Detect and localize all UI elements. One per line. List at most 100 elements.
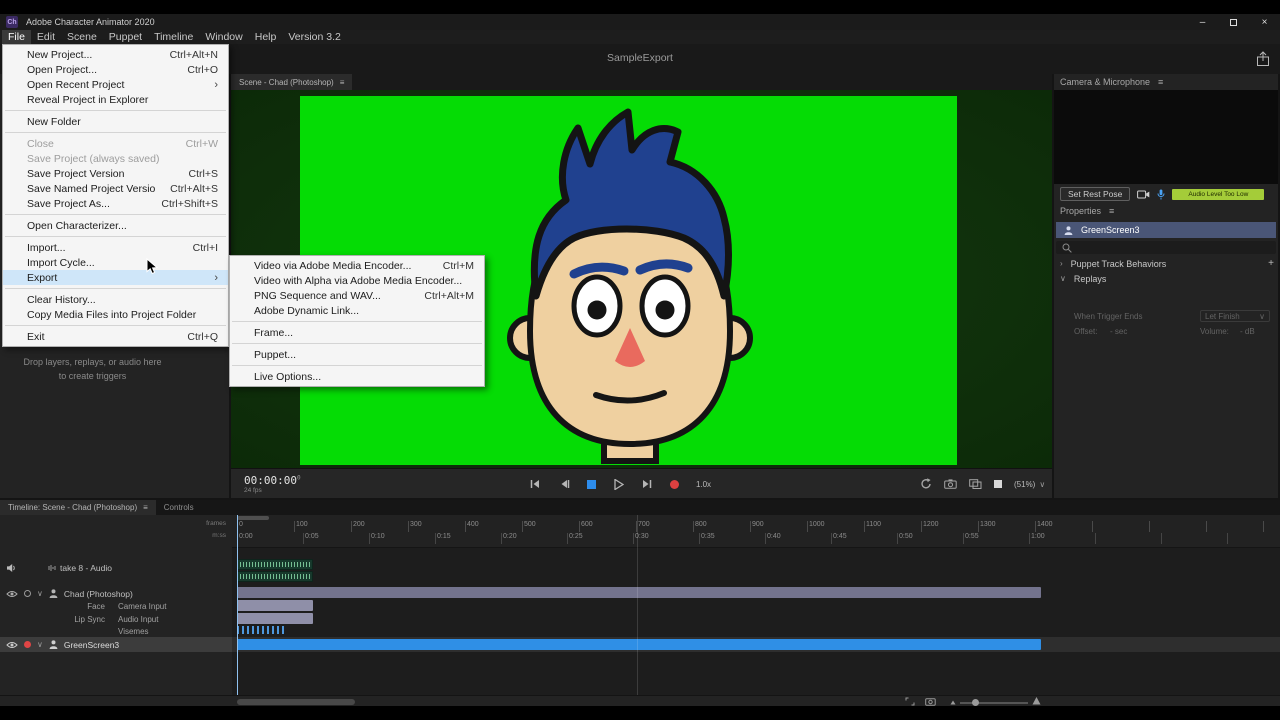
visibility-eye-icon[interactable] [6,641,18,649]
zoom-slider-track[interactable] [960,702,1028,704]
stop-button[interactable] [587,480,596,489]
menu-item-save-named-version[interactable]: Save Named Project Version... Ctrl+Alt+S [3,181,228,196]
zoom-in-mountain-icon[interactable] [1032,696,1041,705]
properties-search-field[interactable] [1056,241,1276,254]
menu-item-exit[interactable]: Exit Ctrl+Q [3,329,228,344]
camera-icon[interactable] [1137,190,1150,199]
menu-item-open-recent[interactable]: Open Recent Project › [3,77,228,92]
menu-file[interactable]: File [2,30,31,44]
menu-window[interactable]: Window [199,30,248,44]
chevron-down-icon[interactable]: ∨ [37,640,43,649]
menu-timeline[interactable]: Timeline [148,30,199,44]
timeline-lanes[interactable]: 0 100 200 300 400 500 600 700 800 900 10… [232,515,1280,695]
minimize-button[interactable]: – [1187,14,1218,30]
menu-item-live-options[interactable]: Live Options... [230,369,484,384]
arm-record-toggle[interactable] [24,590,31,597]
play-button[interactable] [613,479,624,490]
timecode[interactable]: 00:00:000 [244,474,301,487]
go-to-start-button[interactable] [529,479,541,489]
menu-item-frame[interactable]: Frame... [230,325,484,340]
menu-item-new-folder[interactable]: New Folder [3,114,228,129]
audio-clip-1[interactable] [237,559,313,570]
menu-item-export[interactable]: Export › [3,270,228,285]
timeline-panel: Timeline: Scene - Chad (Photoshop) ≡ Con… [0,500,1280,706]
next-frame-button[interactable] [641,479,653,489]
controls-tab[interactable]: Controls [156,500,202,515]
share-export-icon[interactable] [1256,51,1270,67]
microphone-icon[interactable] [1157,189,1165,200]
greenscreen-track-header[interactable]: ∨ GreenScreen3 [0,637,232,652]
onion-skin-icon[interactable] [969,479,982,489]
mouse-cursor [146,258,158,276]
menu-item-save-project-as[interactable]: Save Project As... Ctrl+Shift+S [3,196,228,211]
volume-value[interactable]: - dB [1240,327,1255,336]
playhead[interactable] [237,515,238,695]
set-rest-pose-button[interactable]: Set Rest Pose [1060,187,1130,201]
expand-icon[interactable] [905,697,915,706]
timeline-tab-bar: Timeline: Scene - Chad (Photoshop) ≡ Con… [0,500,1280,515]
menu-scene[interactable]: Scene [61,30,103,44]
zoom-out-mountain-icon[interactable] [950,699,956,705]
audio-track-header[interactable]: take 8 - Audio [0,561,232,574]
trigger-mode-dropdown[interactable]: Let Finish ∨ [1200,310,1270,322]
timeline-zoom-bar[interactable] [237,516,269,520]
offset-value[interactable]: - sec [1110,327,1127,336]
timeline-ruler[interactable]: 0 100 200 300 400 500 600 700 800 900 10… [232,515,1280,548]
menu-item-import[interactable]: Import... Ctrl+I [3,240,228,255]
visemes-clip[interactable] [237,626,285,634]
previous-frame-button[interactable] [558,479,570,489]
camera-panel-menu-icon[interactable]: ≡ [1158,77,1163,87]
menu-item-video-alpha-ame[interactable]: Video with Alpha via Adobe Media Encoder… [230,273,484,288]
visibility-eye-icon[interactable] [6,590,18,598]
selected-puppet-row[interactable]: GreenScreen3 [1056,222,1276,238]
menu-item-png-sequence-wav[interactable]: PNG Sequence and WAV... Ctrl+Alt+M [230,288,484,303]
menu-item-video-ame[interactable]: Video via Adobe Media Encoder... Ctrl+M [230,258,484,273]
puppet-character[interactable] [478,106,778,466]
loop-icon[interactable] [920,478,932,490]
chevron-down-icon[interactable]: ∨ [37,589,43,598]
greenscreen-track-bar[interactable] [237,639,1041,650]
chevron-down-icon: ∨ [1039,480,1045,489]
zoom-select[interactable]: (51%) ∨ [1014,480,1045,489]
time-ticks: 0:00 0:05 0:10 0:15 0:20 0:25 0:30 0:35 … [232,533,1280,544]
face-take-clip[interactable] [237,600,313,611]
timeline-menu-icon[interactable]: ≡ [143,503,148,512]
speaker-icon[interactable] [6,563,16,573]
menu-item-clear-history[interactable]: Clear History... [3,292,228,307]
audio-clip-2[interactable] [237,571,313,582]
lipsync-take-clip[interactable] [237,613,313,624]
menu-edit[interactable]: Edit [31,30,61,44]
record-armed-icon[interactable] [24,641,31,648]
replays-row[interactable]: ∨ Replays [1060,272,1274,285]
menu-item-import-cycle[interactable]: Import Cycle... [3,255,228,270]
close-button[interactable]: × [1249,14,1280,30]
snapshot-icon[interactable] [925,697,936,706]
zoom-slider-handle[interactable] [972,699,979,706]
menu-item-save-project-version[interactable]: Save Project Version Ctrl+S [3,166,228,181]
record-button[interactable] [670,480,679,489]
chad-track-bar[interactable] [237,587,1041,598]
menu-item-puppet[interactable]: Puppet... [230,347,484,362]
menu-puppet[interactable]: Puppet [103,30,148,44]
scene-tab-menu-icon[interactable]: ≡ [340,78,345,87]
horizontal-scrollbar[interactable] [237,699,355,705]
menu-help[interactable]: Help [249,30,283,44]
view-controls: (51%) ∨ [920,472,1048,496]
menu-item-open-project[interactable]: Open Project... Ctrl+O [3,62,228,77]
playback-speed[interactable]: 1.0x [696,480,711,489]
menu-item-copy-media-files[interactable]: Copy Media Files into Project Folder [3,307,228,322]
snapshot-icon[interactable] [944,479,957,489]
timeline-tab[interactable]: Timeline: Scene - Chad (Photoshop) ≡ [0,500,156,515]
menu-item-adobe-dynamic-link[interactable]: Adobe Dynamic Link... [230,303,484,318]
add-behavior-button[interactable]: + [1268,258,1274,269]
puppet-track-behaviors-row[interactable]: › Puppet Track Behaviors + [1060,257,1274,270]
maximize-button[interactable] [1218,14,1249,30]
menu-item-open-characterizer[interactable]: Open Characterizer... [3,218,228,233]
fps-label: 24 fps [244,487,262,494]
properties-menu-icon[interactable]: ≡ [1109,206,1114,216]
transparency-grid-icon[interactable] [994,480,1002,488]
menu-item-new-project[interactable]: New Project... Ctrl+Alt+N [3,47,228,62]
chad-track-header[interactable]: ∨ Chad (Photoshop) [0,587,232,600]
scene-tab[interactable]: Scene - Chad (Photoshop) ≡ [231,74,352,90]
menu-item-reveal-project[interactable]: Reveal Project in Explorer [3,92,228,107]
